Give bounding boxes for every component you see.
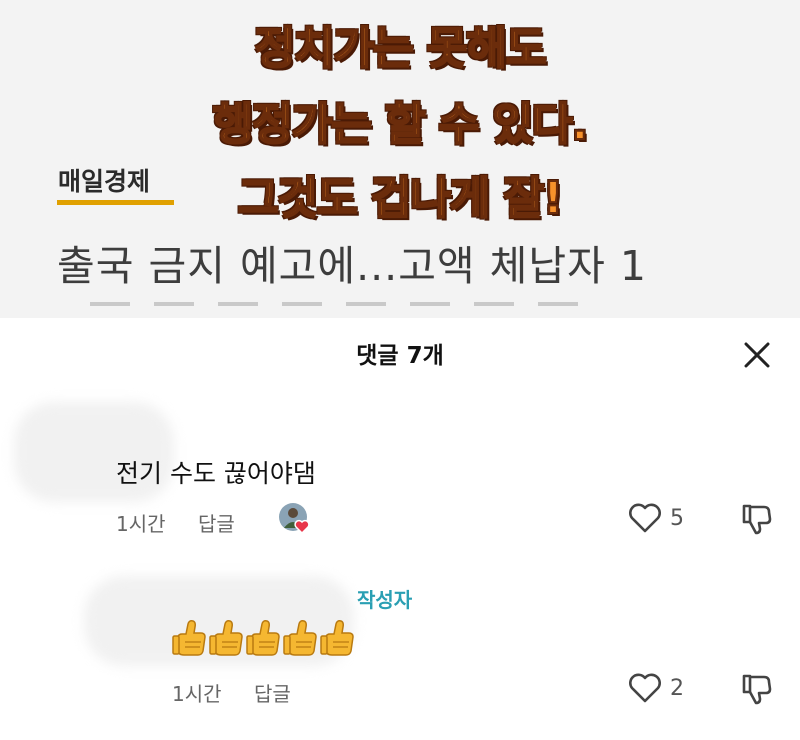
heart-outline-icon: [629, 673, 661, 703]
heart-icon: [294, 519, 310, 535]
author-badge: 작성자: [357, 588, 413, 612]
like-count: 5: [670, 505, 684, 531]
reply-button[interactable]: 답글: [198, 508, 235, 537]
close-button[interactable]: [738, 336, 776, 374]
source-underline: [57, 200, 174, 205]
comment-text: 👍👍👍👍👍: [172, 618, 357, 666]
comment-text: 전기 수도 끊어야댐: [116, 459, 316, 488]
like-button[interactable]: 5: [628, 502, 684, 534]
headline-cutoff-line: [90, 294, 690, 318]
like-count: 2: [670, 675, 684, 701]
thumbs-down-icon: [742, 504, 772, 535]
reply-button[interactable]: 답글: [254, 678, 291, 707]
video-frame[interactable]: 정치가는 못해도 행정가는 할 수 있다. 그것도 겁나게 잘! 매일경제 출국…: [0, 0, 800, 318]
close-icon: [744, 342, 770, 368]
caption-line-2: 행정가는 할 수 있다.: [212, 98, 590, 151]
comments-title: 댓글 7개: [356, 343, 444, 369]
dislike-button[interactable]: [740, 502, 774, 540]
comment-time: 1시간: [172, 682, 222, 706]
thumbs-down-icon: [742, 674, 772, 705]
news-source-logo: 매일경제: [58, 167, 151, 196]
creator-heart-badge: [278, 502, 312, 536]
like-button[interactable]: 2: [628, 672, 684, 704]
news-headline: 출국 금지 예고에...고액 체납자 1: [57, 242, 647, 290]
heart-outline-icon: [629, 503, 661, 533]
thumbs-up-emoji-icon: [172, 620, 354, 656]
caption-line-1: 정치가는 못해도: [254, 22, 548, 75]
comment-time: 1시간: [116, 512, 166, 536]
dislike-button[interactable]: [740, 672, 774, 710]
comments-sheet: 댓글 7개 전기 수도 끊어야댐 1시간 답글 5 작성자 1시간 답글 2: [0, 318, 800, 740]
